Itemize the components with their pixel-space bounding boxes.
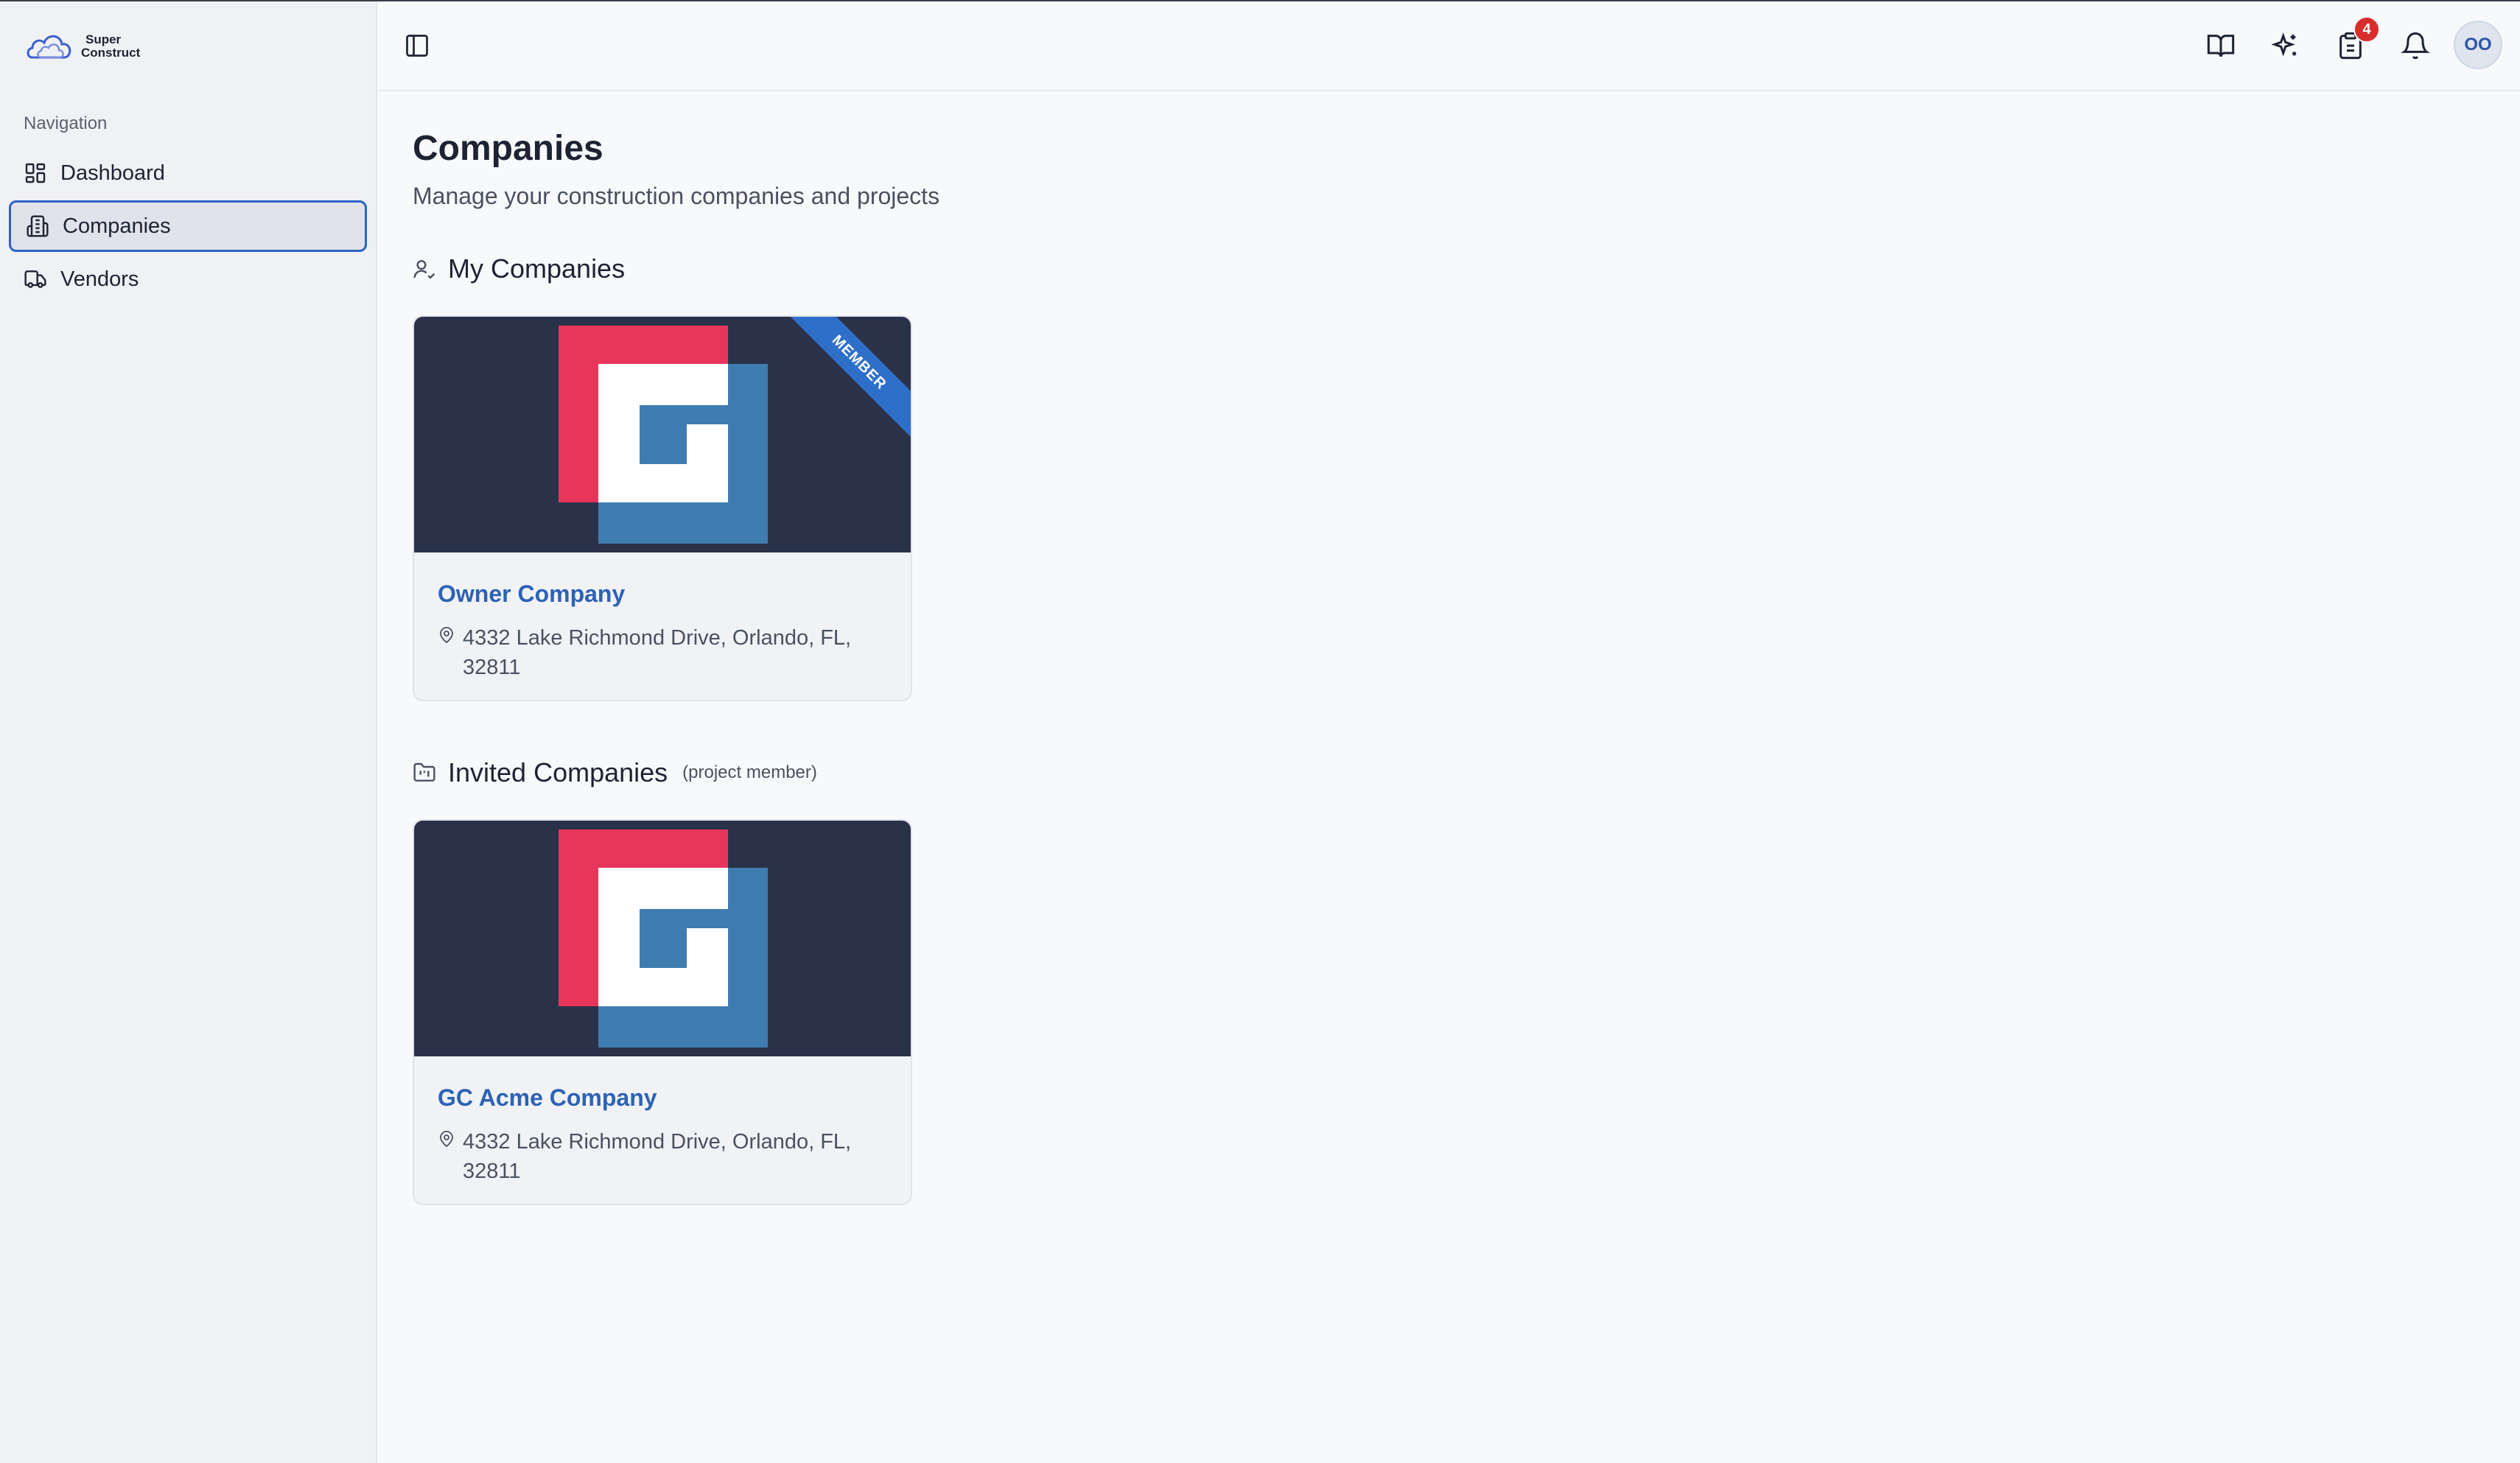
logo-line-1: Super xyxy=(85,32,122,46)
folder-kanban-icon xyxy=(413,762,435,782)
book-icon[interactable] xyxy=(2206,31,2236,60)
company-banner: MEMBER xyxy=(414,317,911,552)
sidebar-toggle-icon[interactable] xyxy=(404,32,430,59)
dashboard-icon xyxy=(25,163,46,183)
task-count-badge: 4 xyxy=(2353,16,2380,43)
company-name-link[interactable]: Owner Company xyxy=(438,580,625,608)
sidebar-item-label: Companies xyxy=(63,214,171,238)
my-companies-heading: My Companies xyxy=(413,253,625,284)
sidebar-item-label: Vendors xyxy=(60,267,139,291)
sidebar-item-label: Dashboard xyxy=(60,161,165,185)
nav-heading: Navigation xyxy=(24,113,108,133)
sidebar-item-companies[interactable]: Companies xyxy=(9,200,367,252)
section-title: Invited Companies xyxy=(448,757,668,787)
company-logo-icon xyxy=(559,326,768,544)
user-avatar[interactable]: OO xyxy=(2454,21,2502,69)
app-logo[interactable]: Super Construct xyxy=(25,28,140,65)
cloud-logo-icon xyxy=(27,35,71,59)
invited-companies-heading: Invited Companies (project member) xyxy=(413,757,817,788)
company-logo-icon xyxy=(559,829,768,1048)
logo-line-2: Construct xyxy=(81,46,141,60)
section-title: My Companies xyxy=(448,253,626,284)
sidebar-item-dashboard[interactable]: Dashboard xyxy=(9,147,367,199)
company-name-link[interactable]: GC Acme Company xyxy=(438,1084,657,1112)
user-check-icon xyxy=(413,260,435,279)
building-icon xyxy=(27,215,49,237)
sparkle-icon[interactable] xyxy=(2271,31,2300,60)
top-header: 4 OO xyxy=(379,1,2520,91)
truck-icon xyxy=(24,270,46,288)
company-address: 4332 Lake Richmond Drive, Orlando, FL, 3… xyxy=(438,623,880,682)
company-card-gc-acme[interactable]: GC Acme Company 4332 Lake Richmond Drive… xyxy=(413,819,912,1205)
address-text: 4332 Lake Richmond Drive, Orlando, FL, 3… xyxy=(463,626,852,679)
address-text: 4332 Lake Richmond Drive, Orlando, FL, 3… xyxy=(463,1130,852,1183)
company-card-owner[interactable]: MEMBER Owner Company 4332 Lake Richmond … xyxy=(413,315,912,701)
company-address: 4332 Lake Richmond Drive, Orlando, FL, 3… xyxy=(438,1127,880,1186)
page-title: Companies xyxy=(413,129,603,168)
sidebar-item-vendors[interactable]: Vendors xyxy=(9,253,367,305)
map-pin-icon xyxy=(440,1131,453,1148)
logo-wordmark: Super Construct xyxy=(81,33,140,60)
sidebar: Super Construct Navigation Dashboard Com… xyxy=(0,1,377,1463)
map-pin-icon xyxy=(440,627,453,644)
company-banner xyxy=(414,821,911,1056)
bell-icon[interactable] xyxy=(2401,31,2430,60)
section-note: (project member) xyxy=(682,762,817,782)
member-ribbon: MEMBER xyxy=(774,317,911,447)
page-subtitle: Manage your construction companies and p… xyxy=(413,183,940,209)
